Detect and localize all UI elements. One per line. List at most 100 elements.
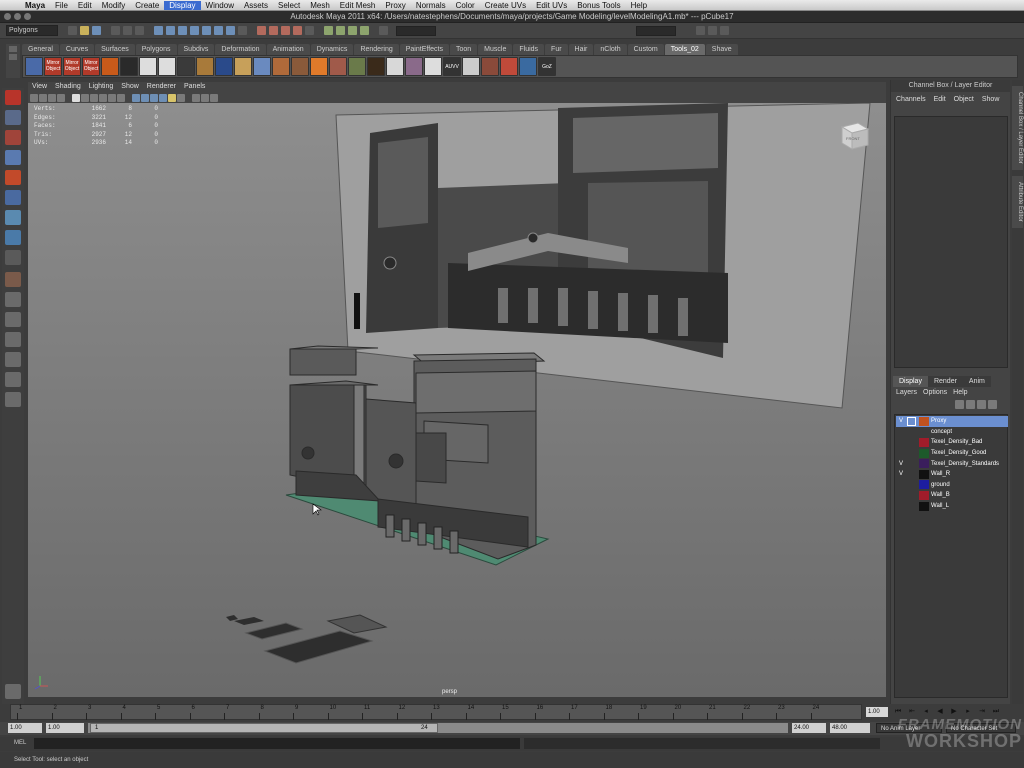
layer-color-swatch[interactable] [919, 501, 929, 511]
quick-input-field[interactable] [396, 25, 436, 36]
shelf-tab-animation[interactable]: Animation [266, 44, 310, 55]
rotate-tool-icon[interactable] [5, 170, 21, 185]
render-tool-1-icon[interactable] [481, 57, 499, 76]
layer-menu-layers[interactable]: Layers [893, 389, 920, 396]
mirror-object-y-button[interactable]: Mirror Object [63, 57, 81, 76]
shelf-tab-toon[interactable]: Toon [449, 44, 478, 55]
menu-window[interactable]: Window [201, 1, 239, 10]
save-scene-icon[interactable] [92, 26, 101, 35]
bookmarks-icon[interactable] [48, 93, 56, 102]
shelf-tab-general[interactable]: General [22, 44, 59, 55]
menu-proxy[interactable]: Proxy [380, 1, 410, 10]
layer-row-concept[interactable]: concept [896, 427, 1008, 438]
menu-create-uvs[interactable]: Create UVs [480, 1, 531, 10]
mirror-object-x-button[interactable]: Mirror Object [44, 57, 62, 76]
move-layer-up-icon[interactable] [955, 400, 964, 409]
move-layer-down-icon[interactable] [966, 400, 975, 409]
menu-create[interactable]: Create [130, 1, 164, 10]
snap-curve-icon[interactable] [269, 26, 278, 35]
shelf-tab-deformation[interactable]: Deformation [215, 44, 266, 55]
layer-menu-help[interactable]: Help [950, 389, 970, 396]
layer-visibility-toggle[interactable]: V [896, 418, 906, 424]
layer-template-toggle[interactable] [907, 491, 916, 500]
make-live-icon[interactable] [305, 26, 314, 35]
shelf-tab-shave[interactable]: Shave [705, 44, 738, 55]
mask-rendering-icon[interactable] [226, 26, 235, 35]
menu-file[interactable]: File [50, 1, 73, 10]
paint-select-tool-icon[interactable] [5, 130, 21, 145]
shelf-tab-fluids[interactable]: Fluids [513, 44, 545, 55]
select-by-object-icon[interactable] [123, 26, 132, 35]
globe-tool-icon[interactable] [215, 57, 233, 76]
open-scene-icon[interactable] [80, 26, 89, 35]
resolution-gate-icon[interactable] [90, 93, 98, 102]
show-manip-icon[interactable] [5, 250, 21, 265]
goz-button[interactable]: GoZ [538, 57, 556, 76]
use-all-lights-icon[interactable] [168, 93, 176, 102]
mask-misc-icon[interactable] [238, 26, 247, 35]
face-tool-2-icon[interactable] [253, 57, 271, 76]
layout-persp-outliner-icon[interactable] [5, 352, 21, 367]
layer-color-swatch[interactable] [919, 448, 929, 458]
face-tool-5-icon[interactable] [329, 57, 347, 76]
xray-joints-icon[interactable] [210, 93, 218, 102]
lasso-tool-icon[interactable] [5, 110, 21, 125]
mask-deformations-icon[interactable] [202, 26, 211, 35]
shelf-tabs-menu-icon[interactable] [9, 46, 17, 52]
image-plane-icon[interactable] [57, 93, 65, 102]
layer-row-texel-density-standards[interactable]: V Texel_Density_Standards [896, 458, 1008, 469]
toggle-sidebar-icon[interactable] [696, 26, 705, 35]
layer-row-proxy[interactable]: V Proxy [896, 416, 1008, 427]
grid-toggle-icon[interactable] [72, 93, 80, 102]
isolate-select-icon[interactable] [201, 93, 209, 102]
film-gate-icon[interactable] [81, 93, 89, 102]
mask-joints-icon[interactable] [166, 26, 175, 35]
layer-template-toggle[interactable] [907, 449, 916, 458]
shelf-tab-painteffects[interactable]: PaintEffects [399, 44, 449, 55]
select-tool-icon[interactable] [5, 90, 21, 105]
shelf-tab-fur[interactable]: Fur [545, 44, 568, 55]
layer-tab-display[interactable]: Display [893, 376, 928, 387]
minimize-window-button[interactable] [14, 13, 21, 20]
menuset-dropdown[interactable]: Polygons [6, 25, 58, 36]
layer-color-swatch[interactable] [919, 427, 929, 437]
layer-row-wall-r[interactable]: V Wall_R [896, 469, 1008, 480]
field-chart-icon[interactable] [108, 93, 116, 102]
cb-menu-edit[interactable]: Edit [931, 96, 949, 103]
snap-grid-icon[interactable] [257, 26, 266, 35]
panel-menu-lighting[interactable]: Lighting [85, 82, 118, 92]
layer-row-ground[interactable]: ground [896, 480, 1008, 491]
mask-handles-icon[interactable] [154, 26, 163, 35]
soft-mod-icon[interactable] [5, 230, 21, 245]
wireframe-icon[interactable] [132, 93, 140, 102]
sun-tool-icon[interactable] [196, 57, 214, 76]
sunset-tool-icon[interactable] [310, 57, 328, 76]
menu-help[interactable]: Help [626, 1, 652, 10]
command-input[interactable] [34, 738, 520, 749]
history-icon[interactable] [324, 26, 333, 35]
shelf-tab-custom[interactable]: Custom [627, 44, 664, 55]
shelf-tab-curves[interactable]: Curves [59, 44, 95, 55]
smooth-shade-icon[interactable] [141, 93, 149, 102]
select-camera-icon[interactable] [30, 93, 38, 102]
mask-curves-icon[interactable] [178, 26, 187, 35]
render-settings-icon[interactable] [360, 26, 369, 35]
menu-edit-mesh[interactable]: Edit Mesh [335, 1, 381, 10]
menu-assets[interactable]: Assets [239, 1, 273, 10]
gate-mask-icon[interactable] [99, 93, 107, 102]
layer-row-texel-density-bad[interactable]: Texel_Density_Bad [896, 437, 1008, 448]
panel-menu-show[interactable]: Show [117, 82, 143, 92]
shadows-icon[interactable] [177, 93, 185, 102]
layer-color-swatch[interactable] [919, 416, 929, 426]
layer-row-wall-b[interactable]: Wall_B [896, 490, 1008, 501]
toggle-channel-box-icon[interactable] [720, 26, 729, 35]
input-mode-icon[interactable] [379, 26, 388, 35]
layout-two-icon[interactable] [5, 332, 21, 347]
render-icon[interactable] [336, 26, 345, 35]
face-tool-9-icon[interactable] [405, 57, 423, 76]
render-tool-3-icon[interactable] [519, 57, 537, 76]
tree-tool-icon[interactable] [424, 57, 442, 76]
figure-tool-icon[interactable] [462, 57, 480, 76]
tab-channel-box-layer-editor[interactable]: Channel Box / Layer Editor [1012, 86, 1023, 170]
move-tool-icon[interactable] [5, 150, 21, 165]
